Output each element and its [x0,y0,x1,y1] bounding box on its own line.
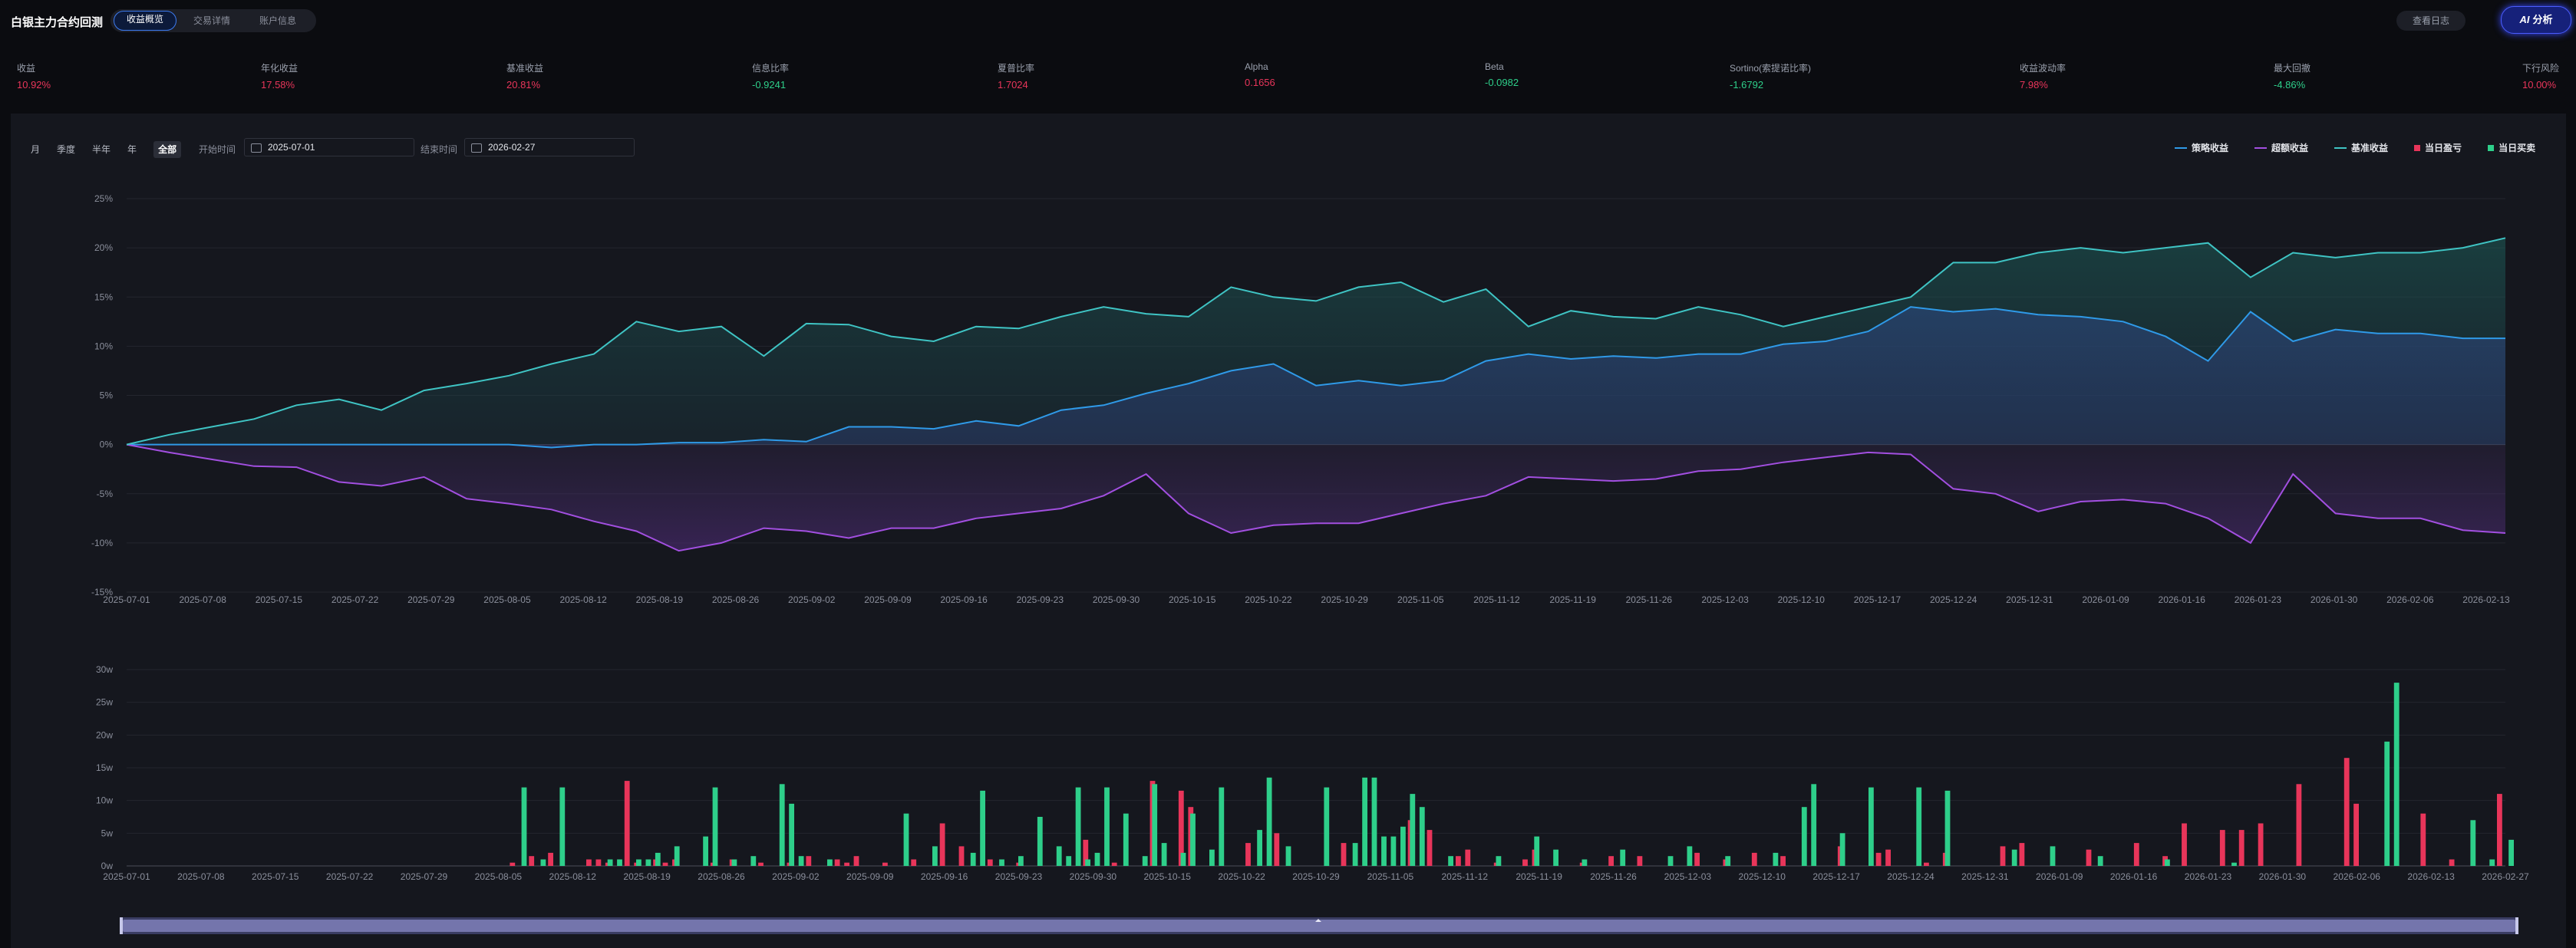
tab-bar: 收益概览 交易详情 账户信息 [110,9,317,32]
end-date-input[interactable]: 2026-02-27 [464,138,635,156]
legend-label: 超额收益 [2271,143,2309,153]
end-date-value: 2026-02-27 [488,142,536,153]
metric-label: Sortino(索提诺比率) [1730,63,1812,74]
start-date-value: 2025-07-01 [268,142,315,153]
metric-label: Beta [1485,61,1504,72]
metric-label: 收益 [17,63,36,74]
period-all[interactable]: 全部 [153,141,182,158]
calendar-icon [471,143,482,153]
metric-label: 收益波动率 [2020,63,2066,74]
tab-overview[interactable]: 收益概览 [114,11,177,31]
metric-label: 年化收益 [261,63,298,74]
period-month[interactable]: 月 [31,141,40,158]
metric-value: 10.00% [2522,79,2557,91]
metric-benchmark-return: 基准收益 20.81% [506,61,543,91]
metric-alpha: Alpha 0.1656 [1245,61,1275,88]
ai-icon: AI [2519,14,2530,25]
top-bar: 白银主力合约回测 收益概览 交易详情 账户信息 查看日志 AI 分析 [0,0,2576,43]
metric-value: -4.86% [2274,79,2306,91]
period-half-year[interactable]: 半年 [92,141,110,158]
legend-bar-marker [2488,145,2495,151]
legend-line-marker [2175,147,2187,149]
metric-value: 20.81% [506,79,541,91]
tab-trade-details[interactable]: 交易详情 [181,12,242,30]
metric-annual-return: 年化收益 17.58% [261,61,298,91]
legend-excess-return[interactable]: 超额收益 [2254,141,2308,155]
metric-value: 7.98% [2020,79,2048,91]
metric-value: 1.7024 [998,79,1028,91]
period-quarter[interactable]: 季度 [57,141,75,158]
metric-sharpe-ratio: 夏普比率 1.7024 [998,61,1034,91]
metric-beta: Beta -0.0982 [1485,61,1519,88]
legend-strategy-return[interactable]: 策略收益 [2175,141,2228,155]
tab-account-info[interactable]: 账户信息 [247,12,308,30]
metrics-bar: 收益 10.92% 年化收益 17.58% 基准收益 20.81% 信息比率 -… [0,54,2576,114]
metric-label: 最大回撤 [2274,63,2311,74]
metric-return: 收益 10.92% [17,61,51,91]
period-selector: 月 季度 半年 年 全部 [31,141,198,158]
chart-panel [11,114,2566,948]
legend-daily-pnl[interactable]: 当日盈亏 [2414,141,2462,155]
legend-label: 当日盈亏 [2425,143,2462,153]
legend-label: 当日买卖 [2498,143,2536,153]
period-year[interactable]: 年 [127,141,137,158]
metric-downside-risk: 下行风险 10.00% [2522,61,2559,91]
metric-value: 0.1656 [1245,77,1275,88]
end-date-label: 结束时间 [421,144,458,155]
metric-value: -1.6792 [1730,79,1764,91]
chart-legend: 策略收益 超额收益 基准收益 当日盈亏 当日买卖 [2149,141,2535,155]
legend-bar-marker [2414,145,2421,151]
legend-daily-trades[interactable]: 当日买卖 [2488,141,2535,155]
metric-label: 信息比率 [752,63,790,74]
legend-line-marker [2254,147,2268,149]
metric-information-ratio: 信息比率 -0.9241 [752,61,789,91]
metric-value: -0.0982 [1485,77,1519,88]
metric-value: 17.58% [261,79,295,91]
metric-max-drawdown: 最大回撤 -4.86% [2274,61,2310,91]
metric-value: 10.92% [17,79,51,91]
ai-analysis-label: 分析 [2532,14,2553,25]
calendar-icon [251,143,262,153]
metric-label: 基准收益 [506,63,544,74]
metric-label: 下行风险 [2522,63,2560,74]
legend-line-marker [2334,147,2347,149]
ai-analysis-button[interactable]: AI 分析 [2501,6,2571,34]
start-date-input[interactable]: 2025-07-01 [244,138,414,156]
view-log-button[interactable]: 查看日志 [2396,11,2466,31]
legend-label: 基准收益 [2351,143,2389,153]
metric-value: -0.9241 [752,79,787,91]
metric-volatility: 收益波动率 7.98% [2020,61,2066,91]
legend-benchmark-return[interactable]: 基准收益 [2334,141,2388,155]
legend-label: 策略收益 [2192,143,2229,153]
metric-label: 夏普比率 [998,63,1035,74]
metric-label: Alpha [1245,61,1268,72]
app-title: 白银主力合约回测 [11,16,104,29]
start-date-label: 开始时间 [199,144,236,155]
metric-sortino: Sortino(索提诺比率) -1.6792 [1730,61,1811,91]
